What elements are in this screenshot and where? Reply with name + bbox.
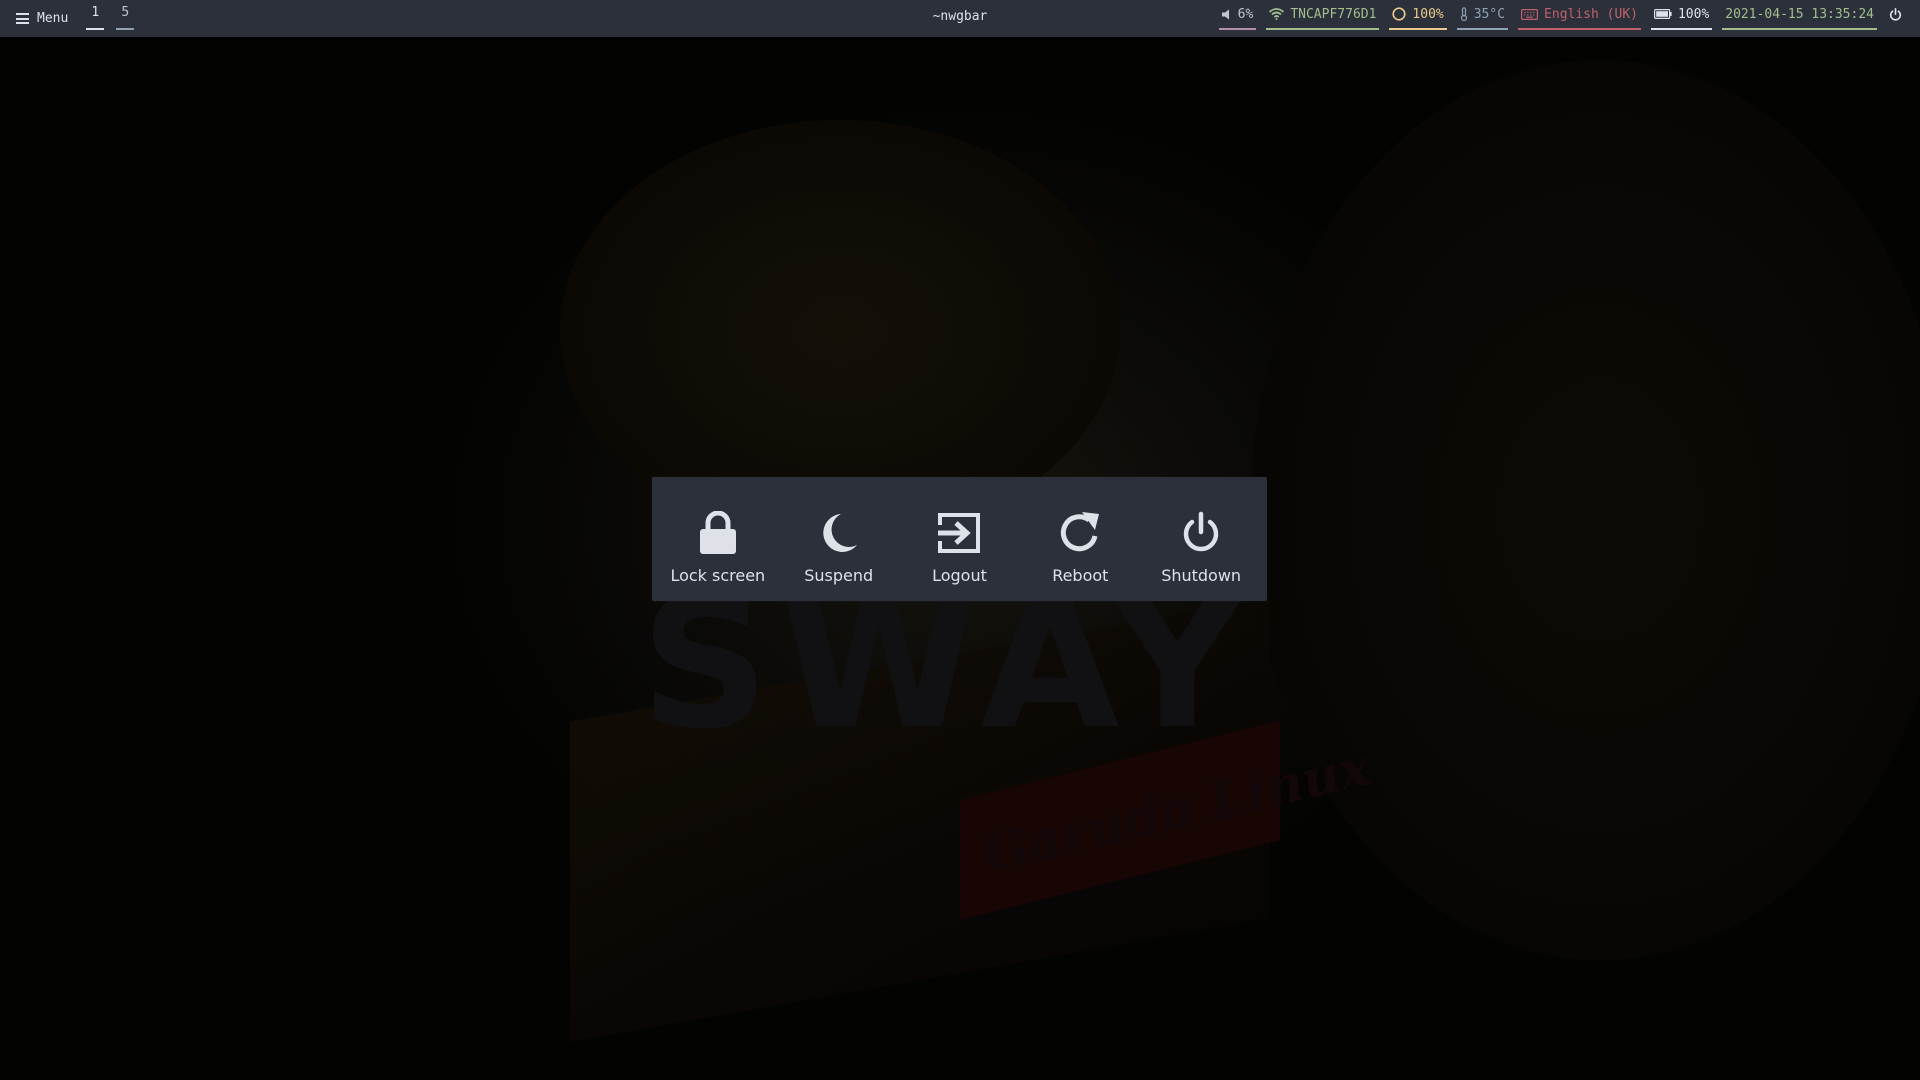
reboot-button[interactable]: Reboot: [1025, 477, 1135, 601]
reboot-icon: [1061, 512, 1100, 552]
battery-icon: [1653, 9, 1672, 19]
logout-label: Logout: [932, 566, 987, 585]
logout-icon: [938, 513, 981, 553]
bar-left: Menu 1 5: [16, 0, 135, 37]
power-dialog: Lock screen Suspend Logout Reboot Shutdo…: [652, 477, 1267, 601]
temperature-module[interactable]: 35°C: [1456, 0, 1509, 30]
shutdown-button[interactable]: Shutdown: [1146, 477, 1256, 601]
bar-right: 6% TNCAPF776D1 100% 35°C English (UK) 10…: [1218, 0, 1904, 37]
moon-icon: [822, 514, 857, 552]
lock-icon: [699, 511, 736, 554]
suspend-button[interactable]: Suspend: [784, 477, 894, 601]
lock-screen-label: Lock screen: [670, 566, 766, 585]
top-bar: Menu 1 5 ~nwgbar 6% TNCAPF776D1 100% 35°…: [0, 0, 1920, 37]
shutdown-label: Shutdown: [1161, 566, 1242, 585]
wifi-ssid: TNCAPF776D1: [1290, 6, 1377, 22]
menu-button[interactable]: Menu: [16, 11, 68, 26]
keyboard-layout-value: English (UK): [1544, 6, 1638, 22]
battery-value: 100%: [1677, 6, 1710, 22]
circle-icon: [1392, 7, 1407, 21]
workspace-button-1[interactable]: 1: [86, 0, 105, 30]
workspace-button-5[interactable]: 5: [116, 0, 135, 30]
battery-module[interactable]: 100%: [1650, 0, 1713, 30]
thermometer-icon: [1460, 7, 1467, 21]
lock-screen-button[interactable]: Lock screen: [663, 477, 773, 601]
keyboard-icon: [1521, 8, 1539, 20]
volume-module[interactable]: 6%: [1218, 0, 1257, 30]
power-icon: [1889, 7, 1902, 21]
temperature-value: 35°C: [1473, 6, 1506, 22]
suspend-label: Suspend: [804, 566, 874, 585]
keyboard-layout-module[interactable]: English (UK): [1518, 0, 1641, 30]
menu-label: Menu: [37, 11, 69, 26]
clock-module[interactable]: 2021-04-15 13:35:24: [1722, 0, 1877, 30]
wifi-icon: [1269, 8, 1285, 20]
hamburger-icon: [16, 13, 29, 24]
cpu-value: 100%: [1412, 6, 1444, 22]
clock-value: 2021-04-15 13:35:24: [1725, 6, 1874, 22]
speaker-icon: [1221, 9, 1229, 19]
wifi-module[interactable]: TNCAPF776D1: [1266, 0, 1380, 30]
reboot-label: Reboot: [1052, 566, 1109, 585]
volume-value: 6%: [1237, 6, 1254, 22]
power-icon: [1183, 511, 1219, 552]
workspaces: 1 5: [86, 0, 135, 37]
cpu-module[interactable]: 100%: [1389, 0, 1447, 30]
power-menu-button[interactable]: [1887, 0, 1904, 30]
wallpaper-shape: [1250, 60, 1920, 960]
logout-button[interactable]: Logout: [904, 477, 1014, 601]
